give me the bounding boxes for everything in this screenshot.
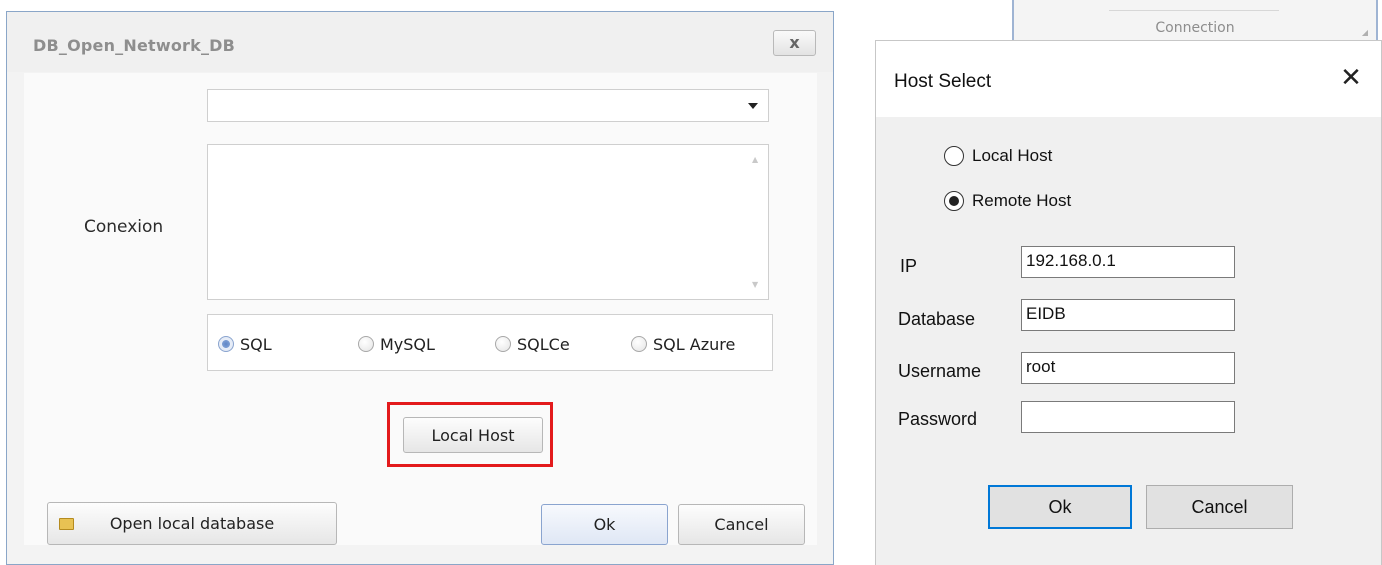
database-label: Database [898, 309, 976, 329]
radio-sql[interactable]: SQL [218, 333, 272, 355]
radio-selected-icon[interactable] [944, 191, 964, 211]
open-local-database-label: Open local database [109, 514, 275, 533]
close-icon: x [789, 33, 800, 52]
username-input[interactable]: root [1021, 352, 1235, 384]
radio-remote-host-label: Remote Host [972, 191, 1072, 210]
radio-sql-azure-label: SQL Azure [653, 334, 736, 354]
radio-sqlce[interactable]: SQLCe [495, 333, 570, 355]
vertical-scrollbar[interactable]: ▲ ▼ [749, 149, 765, 295]
username-label: Username [898, 361, 982, 381]
password-label: Password [898, 409, 978, 429]
divider [1109, 10, 1279, 11]
db-type-radio-group: SQL MySQL SQLCe SQL Azure [207, 314, 773, 371]
ok-button[interactable]: Ok [541, 504, 668, 545]
scroll-down-icon[interactable]: ▼ [752, 280, 758, 289]
connection-combo[interactable] [207, 89, 769, 122]
close-icon: ✕ [1340, 63, 1362, 93]
dialog-title-bar[interactable]: Host Select ✕ [876, 41, 1381, 117]
ok-button-label: Ok [1048, 496, 1072, 517]
conexion-label: Conexion [84, 217, 164, 237]
ip-input[interactable]: 192.168.0.1 [1021, 246, 1235, 278]
local-host-button[interactable]: Local Host [403, 417, 543, 453]
connection-tab-label: Connection [1155, 20, 1235, 36]
chevron-down-icon[interactable] [748, 103, 758, 109]
cancel-button[interactable]: Cancel [678, 504, 805, 545]
scroll-up-icon[interactable]: ▲ [752, 155, 758, 164]
radio-icon[interactable] [358, 336, 374, 352]
dialog-title: DB_Open_Network_DB [33, 36, 236, 55]
close-button[interactable]: ✕ [1336, 63, 1366, 93]
radio-sql-label: SQL [240, 334, 272, 354]
radio-mysql[interactable]: MySQL [358, 333, 435, 355]
open-local-database-button[interactable]: Open local database [47, 502, 337, 545]
db-open-network-dialog: DB_Open_Network_DB x Conexion ▲ ▼ SQL My… [6, 11, 834, 565]
radio-local-host-label: Local Host [972, 146, 1053, 165]
host-select-dialog: Host Select ✕ Local Host Remote Host IP … [875, 40, 1382, 565]
connection-window: Connection ◢ [1012, 0, 1378, 45]
radio-icon[interactable] [495, 336, 511, 352]
radio-remote-host[interactable]: Remote Host [944, 189, 1071, 213]
dialog-title-bar[interactable]: DB_Open_Network_DB x [7, 12, 833, 72]
radio-icon[interactable] [631, 336, 647, 352]
radio-sql-azure[interactable]: SQL Azure [631, 333, 735, 355]
dialog-title: Host Select [894, 71, 992, 92]
folder-icon [59, 518, 74, 530]
ok-button[interactable]: Ok [988, 485, 1132, 529]
radio-selected-icon[interactable] [218, 336, 234, 352]
radio-sqlce-label: SQLCe [517, 334, 570, 354]
local-host-button-label: Local Host [431, 425, 515, 445]
resize-grip-icon[interactable]: ◢ [1362, 28, 1368, 37]
cancel-button-label: Cancel [714, 515, 769, 534]
connection-string-textarea[interactable]: ▲ ▼ [207, 144, 769, 300]
cancel-button-label: Cancel [1191, 496, 1248, 517]
ok-button-label: Ok [593, 515, 616, 534]
radio-icon[interactable] [944, 146, 964, 166]
password-input[interactable] [1021, 401, 1235, 433]
database-input[interactable]: EIDB [1021, 299, 1235, 331]
close-button[interactable]: x [773, 30, 816, 56]
cancel-button[interactable]: Cancel [1146, 485, 1293, 529]
radio-local-host[interactable]: Local Host [944, 144, 1052, 168]
ip-label: IP [900, 256, 918, 276]
radio-mysql-label: MySQL [380, 334, 435, 354]
